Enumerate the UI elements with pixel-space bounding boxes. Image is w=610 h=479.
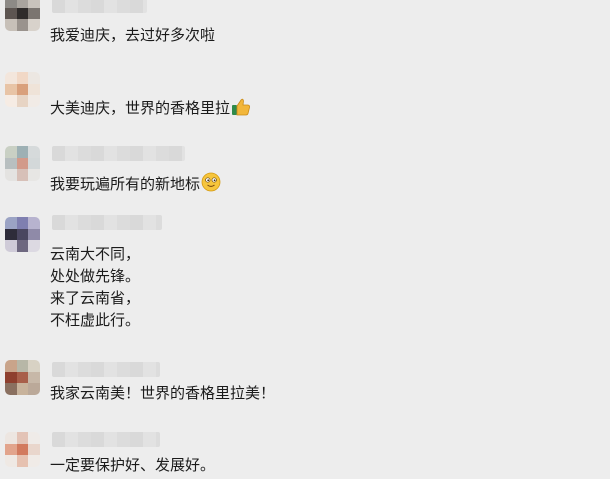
comment-text: 一定要保护好、发展好。: [50, 454, 215, 476]
comment-line: 不枉虚此行。: [50, 311, 141, 329]
username-blurred[interactable]: [52, 146, 185, 161]
comment-line: 我要玩遍所有的新地标: [50, 175, 201, 193]
comment-text: 我要玩遍所有的新地标: [50, 172, 221, 194]
comment-line: 来了云南省，: [50, 289, 141, 307]
avatar[interactable]: [5, 217, 40, 252]
avatar[interactable]: [5, 72, 40, 107]
comment-line: 大美迪庆，世界的香格里拉: [50, 99, 231, 117]
comment-text: 我家云南美！世界的香格里拉美！: [50, 382, 275, 404]
comment-line: 我爱迪庆，去过好多次啦: [50, 26, 216, 44]
comment-text: 我爱迪庆，去过好多次啦: [50, 24, 215, 46]
avatar[interactable]: [5, 360, 40, 395]
username-blurred[interactable]: [52, 0, 147, 13]
comment-line: 一定要保护好、发展好。: [50, 456, 216, 474]
username-blurred[interactable]: [52, 432, 160, 447]
comment-line: 我家云南美！世界的香格里拉美！: [50, 384, 276, 402]
comment-line: 处处做先锋。: [50, 267, 141, 285]
comment-line: 云南大不同，: [50, 245, 141, 263]
username-blurred[interactable]: [52, 362, 160, 377]
comment-text: 云南大不同， 处处做先锋。 来了云南省， 不枉虚此行。: [50, 243, 140, 331]
smiling-face-icon: [201, 172, 221, 198]
avatar[interactable]: [5, 432, 40, 467]
thumbs-up-icon: [231, 98, 251, 122]
avatar[interactable]: [5, 146, 40, 181]
comment-text: 大美迪庆，世界的香格里拉: [50, 97, 251, 119]
avatar[interactable]: [5, 0, 40, 31]
username-blurred[interactable]: [52, 215, 162, 230]
